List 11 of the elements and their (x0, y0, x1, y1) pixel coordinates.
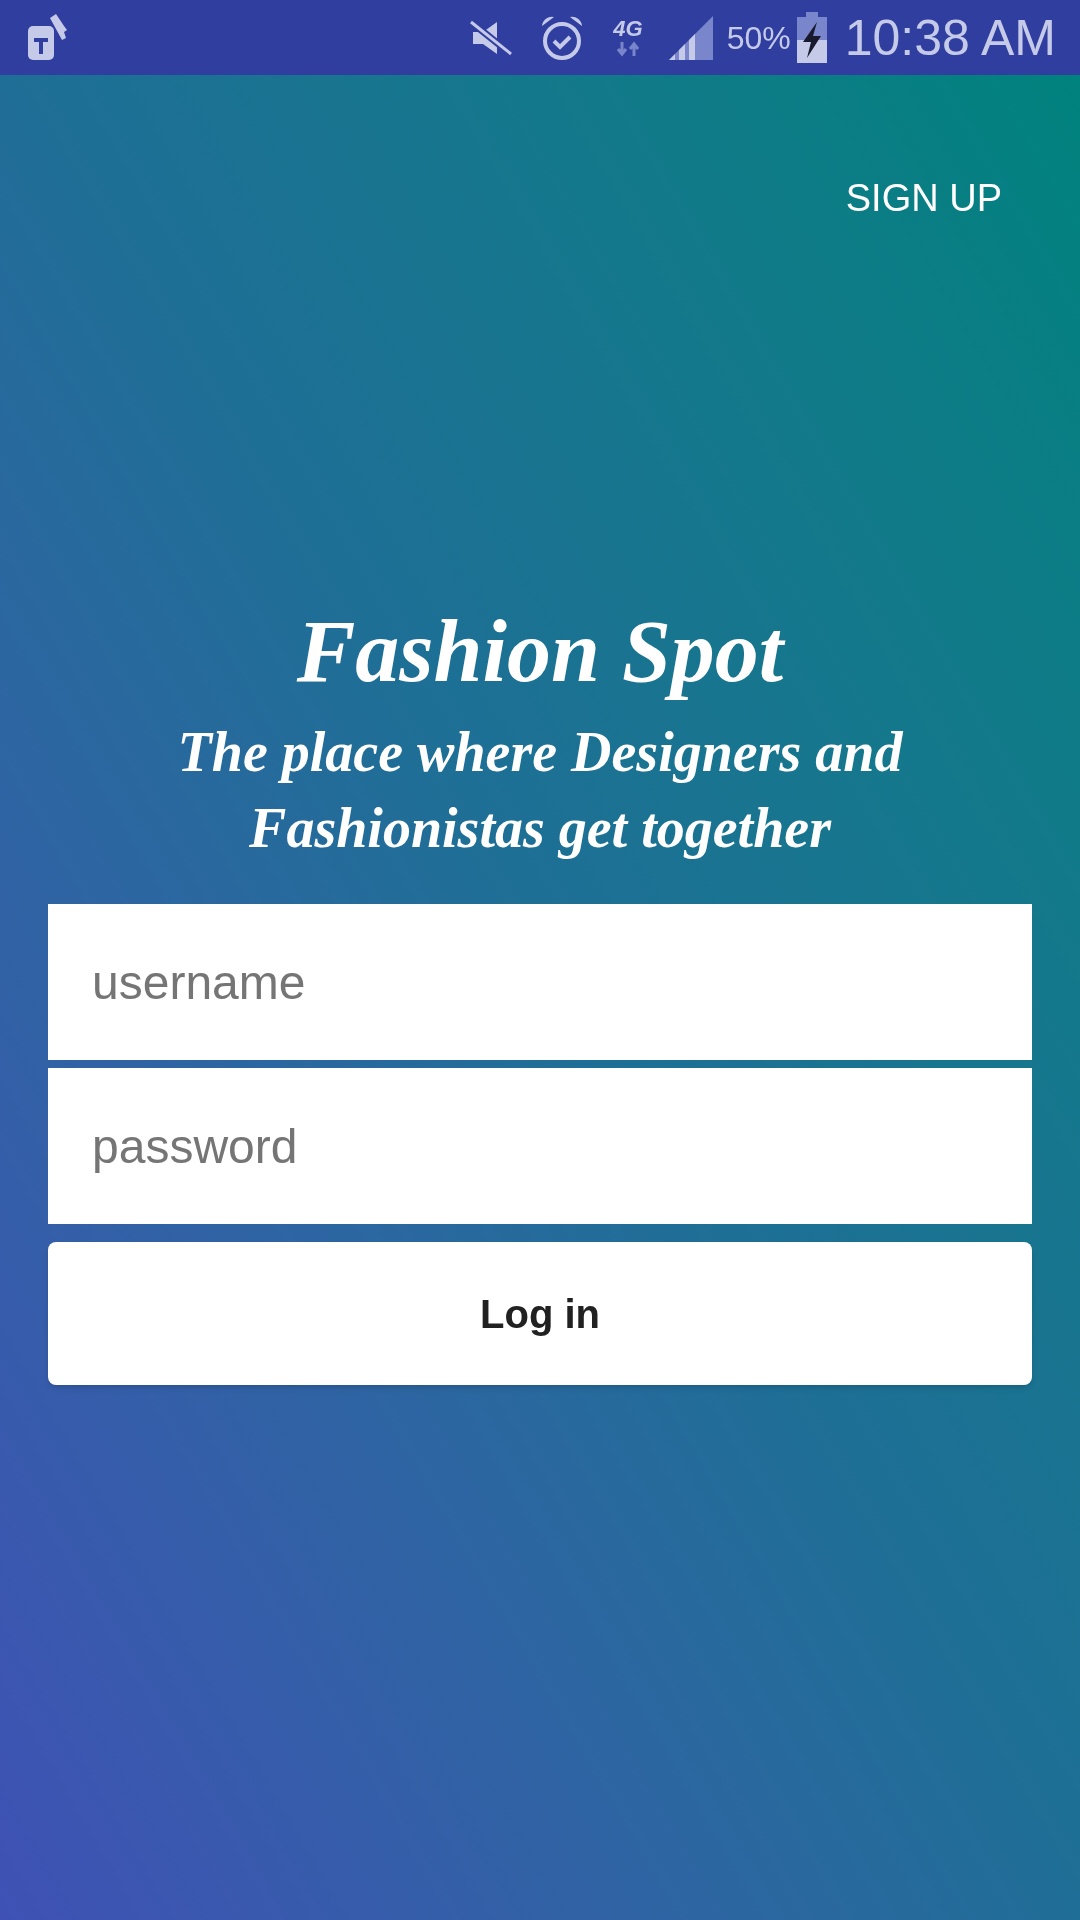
password-field[interactable]: password (48, 1068, 1032, 1225)
battery-percent: 50% (726, 18, 791, 58)
log-in-button[interactable]: Log in (48, 1242, 1032, 1386)
tagline: The place where Designers and Fashionistas get together (176, 720, 904, 861)
app-title: Fashion Spot (295, 602, 787, 702)
clock-time: 10:38 AM (844, 12, 1056, 63)
username-field[interactable]: username (48, 904, 1032, 1061)
battery-charging-icon (794, 11, 829, 64)
data-arrows-icon (616, 39, 640, 58)
sign-up-button[interactable]: SIGN UP (845, 170, 1002, 227)
network-type-label: 4G (613, 17, 643, 40)
